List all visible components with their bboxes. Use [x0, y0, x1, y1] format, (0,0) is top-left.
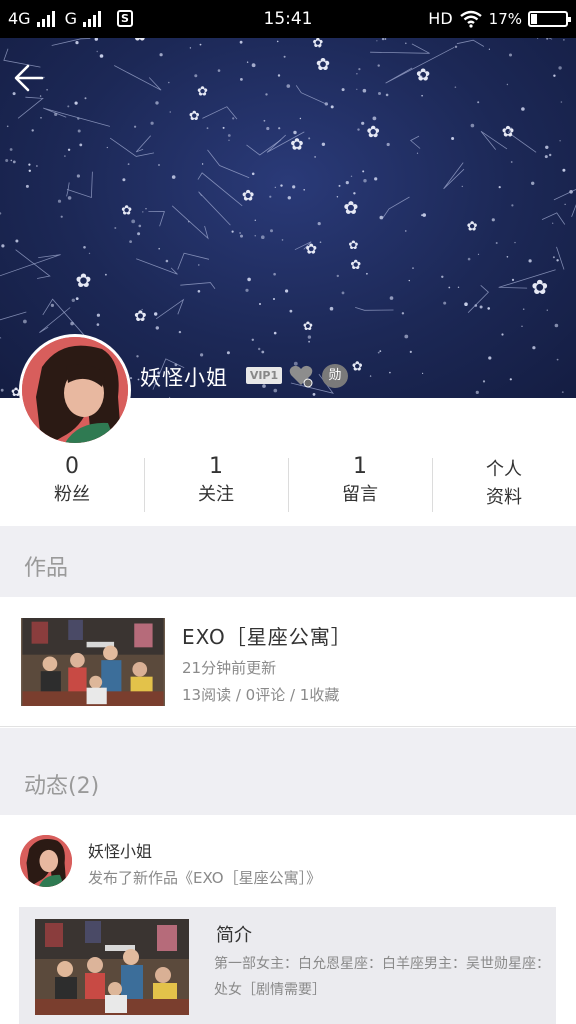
svg-text:✿: ✿ [467, 220, 478, 235]
feed-item[interactable]: 妖怪小姐 发布了新作品《EXO［星座公寓］》 简介 第一部女主：白允恩星座：白羊… [0, 815, 576, 1024]
stat-label: 留言 [342, 484, 378, 505]
stat-value: 1 [353, 454, 367, 479]
profile-avatar[interactable] [19, 334, 131, 446]
stat-profile-info[interactable]: 个人 资料 [432, 452, 576, 526]
svg-text:✿: ✿ [348, 238, 358, 252]
stat-value: 0 [65, 454, 79, 479]
arrow-left-icon[interactable] [12, 62, 48, 94]
svg-text:✿: ✿ [502, 123, 515, 141]
svg-text:✿: ✿ [134, 307, 147, 325]
work-item[interactable]: EXO［星座公寓］ 21分钟前更新 13阅读 / 0评论 / 1收藏 [0, 597, 576, 727]
feed-section-header: 动态(2) [0, 728, 576, 815]
stat-value: 1 [209, 454, 223, 479]
works-section-header: 作品 [0, 526, 576, 597]
work-updated: 21分钟前更新 [182, 659, 277, 677]
work-stats: 13阅读 / 0评论 / 1收藏 [182, 686, 340, 704]
svg-text:✿: ✿ [352, 359, 363, 374]
stat-messages[interactable]: 1 留言 [288, 452, 432, 526]
battery-icon [528, 10, 571, 27]
works-section-title: 作品 [24, 556, 69, 581]
stat-label: 粉丝 [54, 484, 90, 505]
feed-username[interactable]: 妖怪小姐 [88, 838, 152, 862]
feed-card-title: 简介 [216, 925, 252, 946]
svg-text:✿: ✿ [197, 85, 208, 100]
svg-text:✿: ✿ [290, 134, 303, 153]
svg-text:✿: ✿ [133, 38, 147, 46]
svg-text:✿: ✿ [121, 203, 132, 218]
svg-text:✿: ✿ [343, 198, 358, 219]
stat-following[interactable]: 1 关注 [144, 452, 288, 526]
heart-badge-icon [289, 365, 313, 388]
feed-section-title: 动态(2) [24, 774, 100, 799]
stat-label-line2: 资料 [486, 487, 522, 508]
avatar-image [22, 337, 128, 443]
xun-badge: 勋 [322, 364, 348, 388]
battery-percent: 17% [488, 9, 522, 28]
work-title: EXO［星座公寓］ [182, 625, 352, 649]
profile-username: 妖怪小姐 [140, 366, 228, 390]
svg-text:✿: ✿ [313, 38, 324, 51]
stats-bar: 0 粉丝 1 关注 1 留言 个人 资料 [0, 452, 576, 526]
feed-work-card[interactable]: 简介 第一部女主：白允恩星座：白羊座男主：吴世勋星座：处女［剧情需要］ [19, 907, 556, 1024]
feed-action-text: 发布了新作品《EXO［星座公寓］》 [88, 869, 322, 887]
vip-badge: VIP1 [246, 367, 282, 384]
stat-label: 关注 [198, 484, 234, 505]
feed-avatar[interactable] [20, 835, 72, 887]
status-bar: 4G G S 15:41 HD 17% [0, 0, 576, 38]
svg-text:✿: ✿ [531, 275, 548, 299]
svg-text:✿: ✿ [316, 55, 330, 75]
svg-text:✿: ✿ [305, 242, 317, 258]
svg-text:✿: ✿ [189, 109, 200, 124]
wifi-icon [459, 10, 482, 28]
svg-text:✿: ✿ [416, 66, 430, 86]
hd-label: HD [428, 9, 453, 28]
stat-label-line1: 个人 [486, 459, 522, 480]
svg-text:✿: ✿ [76, 270, 92, 292]
svg-text:✿: ✿ [350, 258, 361, 273]
svg-text:✿: ✿ [242, 186, 255, 204]
feed-cover-image [35, 919, 189, 1015]
svg-text:✿: ✿ [303, 319, 313, 333]
stat-fans[interactable]: 0 粉丝 [0, 452, 144, 526]
svg-text:✿: ✿ [367, 122, 380, 141]
feed-card-text: 第一部女主：白允恩星座：白羊座男主：吴世勋星座：处女［剧情需要］ [214, 956, 550, 998]
work-cover-image [21, 618, 165, 706]
